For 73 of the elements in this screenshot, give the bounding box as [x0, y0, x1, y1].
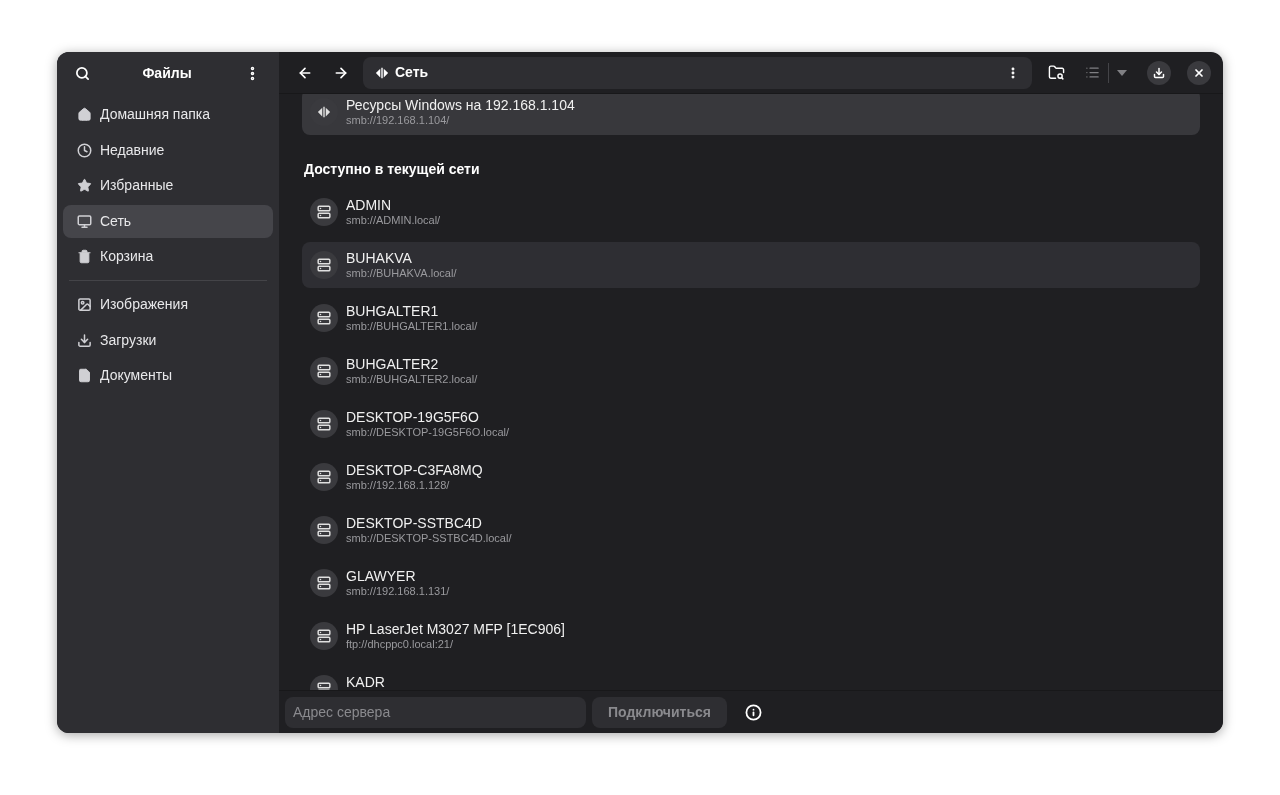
path-location: Сеть [395, 63, 429, 82]
row-address: ftp://dhcppc0.local:21/ [346, 637, 454, 651]
sidebar-item[interactable]: Документы [63, 359, 273, 392]
section-heading: Доступно в текущей сети [304, 160, 481, 179]
server-icon [310, 304, 338, 332]
server-address-field[interactable]: Адрес сервера [285, 696, 586, 728]
close-icon [1193, 66, 1205, 79]
folder-search-icon[interactable] [1048, 64, 1065, 81]
row-address: smb://BUHGALTER2.local/ [346, 372, 478, 386]
network-row[interactable]: DESKTOP-19G5F6O smb://DESKTOP-19G5F6O.local/ [302, 401, 1200, 447]
row-address: smb://192.168.1.104/ [346, 113, 451, 127]
path-bar[interactable]: Сеть [363, 56, 1032, 89]
sidebar-icon [77, 368, 92, 383]
list-view-icon[interactable] [1085, 65, 1100, 80]
server-icon [310, 463, 338, 491]
server-icon [310, 622, 338, 650]
sidebar-icon [77, 142, 92, 158]
close-button[interactable] [1187, 60, 1211, 85]
server-icon [310, 569, 338, 597]
sidebar-icon [77, 107, 92, 122]
network-row[interactable]: BUHAKVA smb://BUHAKVA.local/ [302, 242, 1200, 288]
sidebar-item[interactable]: Домашняя папка [63, 98, 273, 131]
row-name: DESKTOP-SSTBC4D [346, 515, 483, 531]
download-button[interactable] [1147, 60, 1171, 85]
row-name: KADR [346, 674, 385, 690]
row-name: Ресурсы Windows на 192.168.1.104 [346, 97, 575, 113]
server-icon [310, 198, 338, 226]
arrows-icon [375, 66, 389, 79]
sidebar-icon [77, 297, 92, 312]
network-row[interactable]: Ресурсы Windows на 192.168.1.104 smb://192.168.1.104/ [302, 94, 1200, 135]
row-address: smb://BUHAKVA.local/ [346, 266, 457, 280]
row-name: BUHGALTER2 [346, 356, 440, 372]
sidebar-item[interactable]: Корзина [63, 240, 273, 273]
row-address: smb://ADMIN.local/ [346, 213, 441, 227]
row-name: DESKTOP-19G5F6O [346, 409, 480, 425]
server-icon [310, 357, 338, 385]
row-address: smb://BUHGALTER1.local/ [346, 319, 478, 333]
row-address: smb://192.168.1.128/ [346, 478, 451, 492]
download-icon [1153, 66, 1165, 79]
sidebar-icon [77, 213, 92, 229]
server-icon [310, 516, 338, 544]
dropdown-icon[interactable] [1117, 69, 1127, 76]
sidebar-item[interactable]: Избранные [63, 169, 273, 202]
row-name: HP LaserJet M3027 MFP [1EC906] [346, 621, 565, 637]
arrows-icon [317, 106, 331, 118]
row-name: DESKTOP-C3FA8MQ [346, 462, 483, 478]
row-name: ADMIN [346, 197, 393, 213]
network-row[interactable]: BUHGALTER1 smb://BUHGALTER1.local/ [302, 295, 1200, 341]
network-row[interactable]: BUHGALTER2 smb://BUHGALTER2.local/ [302, 348, 1200, 394]
server-icon [310, 251, 338, 279]
row-address: smb://DESKTOP-19G5F6O.local/ [346, 425, 510, 439]
sidebar-item[interactable]: Загрузки [63, 323, 273, 357]
sidebar-item[interactable]: Недавние [63, 133, 273, 167]
info-icon[interactable] [744, 703, 762, 721]
sidebar-item[interactable]: Сеть [63, 204, 273, 238]
network-row[interactable]: ADMIN smb://ADMIN.local/ [302, 189, 1200, 235]
row-name: BUHAKVA [346, 250, 413, 266]
row-address: smb://DESKTOP-SSTBC4D.local/ [346, 531, 512, 545]
server-icon [310, 410, 338, 438]
sidebar-icon [77, 332, 92, 348]
network-row[interactable]: DESKTOP-SSTBC4D smb://DESKTOP-SSTBC4D.local/ [302, 507, 1200, 553]
row-address: smb://192.168.1.131/ [346, 584, 450, 598]
network-row[interactable]: GLAWYER smb://192.168.1.131/ [302, 560, 1200, 606]
connect-button[interactable]: Подключиться [592, 696, 727, 728]
sidebar-icon [77, 249, 92, 264]
network-row[interactable]: DESKTOP-C3FA8MQ smb://192.168.1.128/ [302, 454, 1200, 500]
network-row[interactable]: HP LaserJet M3027 MFP [1EC906] ftp://dhcppc0.local:21/ [302, 613, 1200, 659]
sidebar-item[interactable]: Изображения [63, 288, 273, 321]
row-name: BUHGALTER1 [346, 303, 440, 319]
app-title: Файлы [142, 63, 192, 83]
search-icon[interactable] [75, 65, 90, 81]
sidebar-icon [77, 178, 92, 193]
row-name: GLAWYER [346, 568, 417, 584]
